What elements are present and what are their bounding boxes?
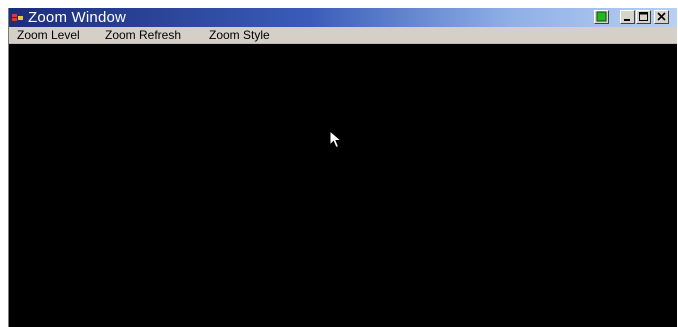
maximize-button[interactable]	[636, 10, 651, 24]
menu-bar: Zoom Level Zoom Refresh Zoom Style	[9, 27, 677, 44]
zoom-canvas[interactable]	[9, 44, 677, 327]
window-title: Zoom Window	[28, 9, 127, 26]
arrow-cursor-icon	[329, 129, 343, 150]
menu-zoom-level[interactable]: Zoom Level	[17, 27, 80, 43]
title-bar[interactable]: Zoom Window	[9, 8, 677, 27]
green-square-button[interactable]	[594, 10, 609, 24]
minimize-icon	[624, 19, 630, 21]
zoom-window: Zoom Window Zoom Level Zoom Refresh Zoom…	[8, 8, 677, 327]
close-button[interactable]	[654, 10, 669, 24]
zoom-app-icon[interactable]	[12, 11, 24, 23]
minimize-button[interactable]	[620, 10, 635, 24]
menu-zoom-style[interactable]: Zoom Style	[209, 27, 270, 43]
menu-zoom-refresh[interactable]: Zoom Refresh	[105, 27, 181, 43]
maximize-icon	[639, 12, 648, 21]
close-icon	[657, 12, 666, 21]
green-square-icon	[596, 11, 607, 22]
